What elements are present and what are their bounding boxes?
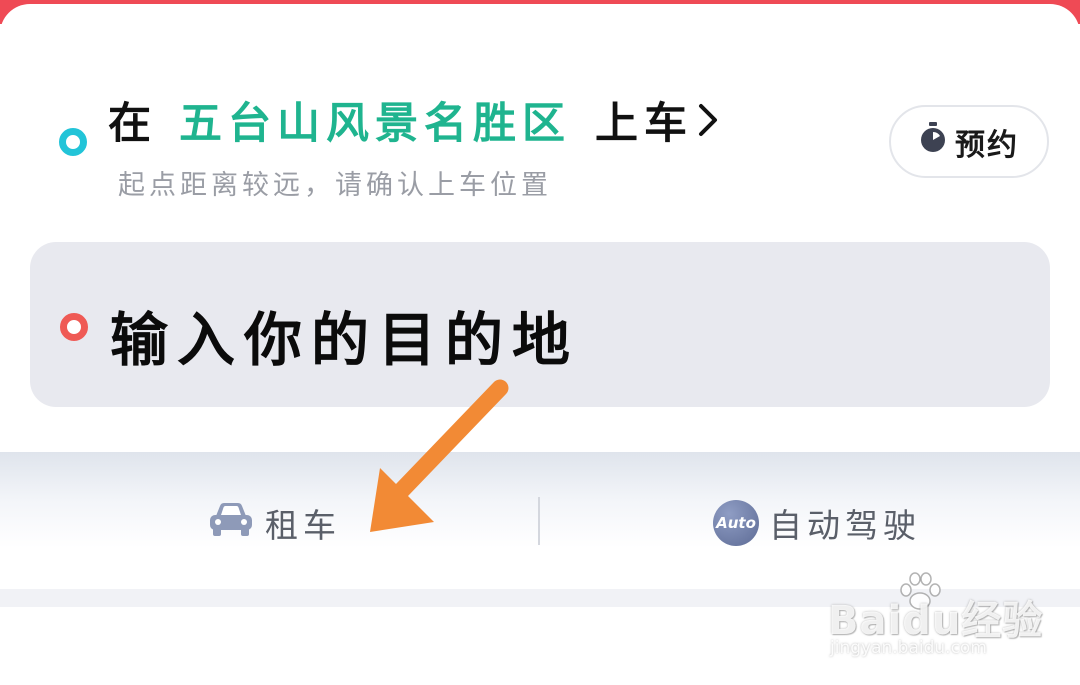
start-point-dot — [59, 128, 87, 156]
pickup-location-row[interactable]: 在 五台山风景名胜区 上车 — [108, 90, 719, 150]
tab-divider — [538, 497, 540, 545]
tab-autonomous-driving[interactable]: Auto 自动驾驶 — [713, 497, 921, 549]
tab-car-rental[interactable]: 租车 — [207, 497, 341, 549]
pickup-hint-text: 起点距离较远，请确认上车位置 — [118, 170, 552, 201]
auto-icon: Auto — [713, 500, 759, 546]
reserve-button[interactable]: 预约 — [889, 105, 1049, 178]
tab-car-rental-label: 租车 — [265, 506, 341, 545]
destination-input[interactable]: 输入你的目的地 — [110, 293, 579, 377]
pickup-suffix: 上车 — [595, 99, 693, 149]
baidu-jingyan-watermark: Baidu经验 jingyan.baidu.com — [828, 570, 1042, 665]
car-icon — [207, 500, 255, 546]
annotation-arrow-icon — [370, 379, 509, 532]
stopwatch-icon — [919, 121, 947, 162]
chevron-right-icon[interactable] — [697, 102, 719, 138]
tab-autonomous-driving-label: 自动驾驶 — [769, 506, 921, 545]
end-point-dot — [60, 313, 88, 341]
pickup-prefix: 在 — [108, 99, 157, 149]
watermark-url: jingyan.baidu.com — [830, 638, 987, 658]
pickup-location-name[interactable]: 五台山风景名胜区 — [179, 89, 571, 151]
reserve-label: 预约 — [955, 127, 1019, 163]
